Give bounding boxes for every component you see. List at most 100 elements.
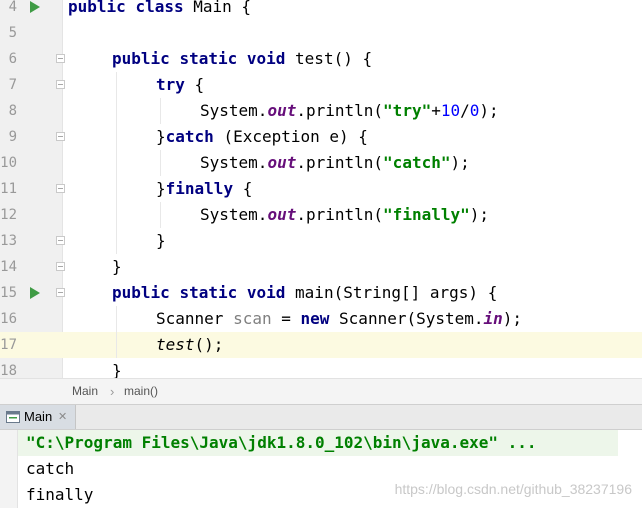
code-text[interactable]: }catch (Exception e) { xyxy=(156,124,368,150)
code-text[interactable]: public static void test() { xyxy=(112,46,372,72)
code-token: Scanner xyxy=(156,309,234,328)
code-token: class xyxy=(135,0,184,16)
code-text[interactable]: System.out.println("try"+10/0); xyxy=(200,98,499,124)
console-output-line: finally xyxy=(26,485,94,504)
indent-guide xyxy=(116,72,117,98)
code-token: static xyxy=(179,283,238,302)
code-line[interactable]: 18} xyxy=(0,358,642,378)
indent-guide xyxy=(116,124,117,150)
run-icon[interactable] xyxy=(30,287,40,299)
console-gutter xyxy=(0,430,18,508)
code-line[interactable]: 8 System.out.println("try"+10/0); xyxy=(0,98,642,124)
code-line[interactable]: 14} xyxy=(0,254,642,280)
code-text[interactable]: public class Main { xyxy=(68,0,251,20)
breadcrumb-method[interactable]: main() xyxy=(124,379,158,404)
code-token: void xyxy=(246,49,286,68)
code-token: ); xyxy=(450,153,470,172)
code-token: main(String[] args) { xyxy=(285,283,498,302)
code-text[interactable]: } xyxy=(112,254,122,280)
line-number: 5 xyxy=(8,25,17,41)
code-line[interactable]: 15 public static void main(String[] args)… xyxy=(0,280,642,306)
code-token: System. xyxy=(200,101,268,120)
code-token: } xyxy=(156,231,166,250)
fold-icon[interactable] xyxy=(56,184,65,193)
code-token: Main { xyxy=(183,0,252,16)
code-text[interactable]: System.out.println("finally"); xyxy=(200,202,489,228)
run-console[interactable]: "C:\Program Files\Java\jdk1.8.0_102\bin\… xyxy=(0,430,642,508)
code-editor[interactable]: 4 public class Main { 5 6 public static void… xyxy=(0,0,642,378)
code-token: try xyxy=(156,75,185,94)
code-line[interactable]: 4 public class Main { xyxy=(0,0,642,20)
fold-icon[interactable] xyxy=(56,262,65,271)
code-line[interactable]: 9}catch (Exception e) { xyxy=(0,124,642,150)
code-line[interactable]: 11 }finally { xyxy=(0,176,642,202)
code-token: public xyxy=(112,283,170,302)
code-token: / xyxy=(460,101,470,120)
code-line[interactable]: 12 System.out.println("finally"); xyxy=(0,202,642,228)
code-token: { xyxy=(233,179,253,198)
indent-guide xyxy=(116,176,117,202)
code-text[interactable]: public static void main(String[] args) { xyxy=(112,280,497,306)
breadcrumb-class[interactable]: Main xyxy=(72,379,98,404)
code-token: + xyxy=(431,101,441,120)
code-token: } xyxy=(156,179,166,198)
code-token: scan xyxy=(233,309,272,328)
code-line[interactable]: 10 System.out.println("catch"); xyxy=(0,150,642,176)
code-line[interactable]: 16 Scanner scan = new Scanner(System.in); xyxy=(0,306,642,332)
fold-icon[interactable] xyxy=(56,236,65,245)
code-text[interactable]: } xyxy=(156,228,166,254)
code-token: test xyxy=(156,335,195,354)
line-number: 12 xyxy=(0,207,17,223)
code-text[interactable]: System.out.println("catch"); xyxy=(200,150,470,176)
code-token: System. xyxy=(200,153,268,172)
indent-guide xyxy=(116,98,117,124)
code-text[interactable]: } xyxy=(112,358,122,378)
code-token: System. xyxy=(200,205,268,224)
fold-icon[interactable] xyxy=(56,54,65,63)
code-line[interactable]: 6 public static void test() { xyxy=(0,46,642,72)
code-line[interactable]: 5 xyxy=(0,20,642,46)
run-tool-window-tabbar: Main ✕ xyxy=(0,404,642,430)
code-token: public xyxy=(68,0,126,16)
code-text[interactable]: Scanner scan = new Scanner(System.in); xyxy=(156,306,522,332)
code-token: .println( xyxy=(296,205,384,224)
fold-icon[interactable] xyxy=(56,132,65,141)
code-line[interactable]: 7 try { xyxy=(0,72,642,98)
code-line[interactable]: 13} xyxy=(0,228,642,254)
line-number: 17 xyxy=(0,337,17,353)
line-number: 13 xyxy=(0,233,17,249)
code-token: { xyxy=(184,75,205,94)
line-number: 14 xyxy=(0,259,17,275)
indent-guide xyxy=(160,98,161,124)
indent-guide xyxy=(160,150,161,176)
fold-icon[interactable] xyxy=(56,80,65,89)
code-text[interactable]: test(); xyxy=(156,332,223,358)
code-token: } xyxy=(112,257,122,276)
code-token: "finally" xyxy=(383,205,470,224)
code-line[interactable]: 17 test(); xyxy=(0,332,642,358)
code-token: out xyxy=(267,101,297,120)
code-token: ); xyxy=(469,205,490,224)
code-text[interactable]: try { xyxy=(156,72,204,98)
console-icon xyxy=(6,411,20,423)
indent-guide xyxy=(116,306,117,332)
code-text[interactable]: }finally { xyxy=(156,176,252,202)
indent-guide xyxy=(160,202,161,228)
run-tab-main[interactable]: Main ✕ xyxy=(0,405,76,429)
code-token: out xyxy=(267,153,297,172)
run-icon[interactable] xyxy=(30,1,40,13)
code-token: 0 xyxy=(469,101,480,120)
fold-icon[interactable] xyxy=(56,288,65,297)
code-token: out xyxy=(267,205,297,224)
line-number: 11 xyxy=(0,181,17,197)
code-token: = xyxy=(271,309,301,328)
watermark: https://blog.csdn.net/github_38237196 xyxy=(394,481,632,497)
close-icon[interactable]: ✕ xyxy=(58,405,67,429)
console-command-line: "C:\Program Files\Java\jdk1.8.0_102\bin\… xyxy=(26,433,537,452)
code-token: 10 xyxy=(440,101,461,120)
